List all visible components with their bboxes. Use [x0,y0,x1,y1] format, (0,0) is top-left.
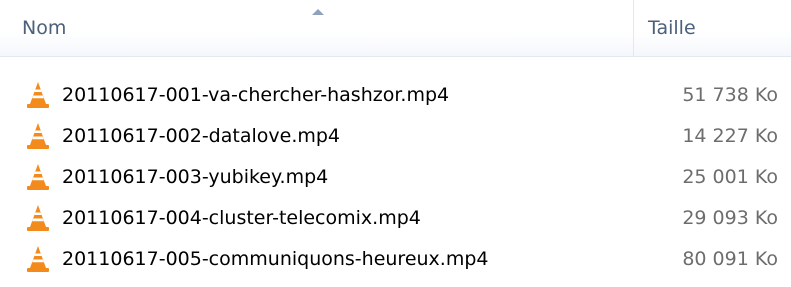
file-row[interactable]: 20110617-003-yubikey.mp4 25 001 Ko [0,157,791,198]
column-header-size[interactable]: Taille [635,0,791,56]
file-name: 20110617-004-cluster-telecomix.mp4 [62,207,421,229]
file-size: 14 227 Ko [682,125,778,147]
file-name: 20110617-002-datalove.mp4 [62,125,341,147]
column-header-name[interactable]: Nom [0,0,634,56]
vlc-cone-icon [26,245,50,273]
column-header-size-label: Taille [648,17,696,39]
file-name: 20110617-005-communiquons-heureux.mp4 [62,248,489,270]
vlc-cone-icon [26,163,50,191]
column-header-bar: Nom Taille [0,0,791,57]
file-row[interactable]: 20110617-001-va-chercher-hashzor.mp4 51 … [0,75,791,116]
file-rows: 20110617-001-va-chercher-hashzor.mp4 51 … [0,75,791,280]
file-row[interactable]: 20110617-005-communiquons-heureux.mp4 80… [0,239,791,280]
file-row[interactable]: 20110617-004-cluster-telecomix.mp4 29 09… [0,198,791,239]
column-header-name-label: Nom [22,17,67,39]
file-size: 29 093 Ko [682,207,778,229]
vlc-cone-icon [26,204,50,232]
file-row[interactable]: 20110617-002-datalove.mp4 14 227 Ko [0,116,791,157]
file-name: 20110617-003-yubikey.mp4 [62,166,329,188]
file-list-view: Nom Taille 20110617-001-va-chercher-hash… [0,0,791,287]
file-size: 51 738 Ko [682,84,778,106]
sort-ascending-icon [312,9,324,15]
file-size: 80 091 Ko [682,248,778,270]
file-size: 25 001 Ko [682,166,778,188]
vlc-cone-icon [26,81,50,109]
file-name: 20110617-001-va-chercher-hashzor.mp4 [62,84,450,106]
vlc-cone-icon [26,122,50,150]
